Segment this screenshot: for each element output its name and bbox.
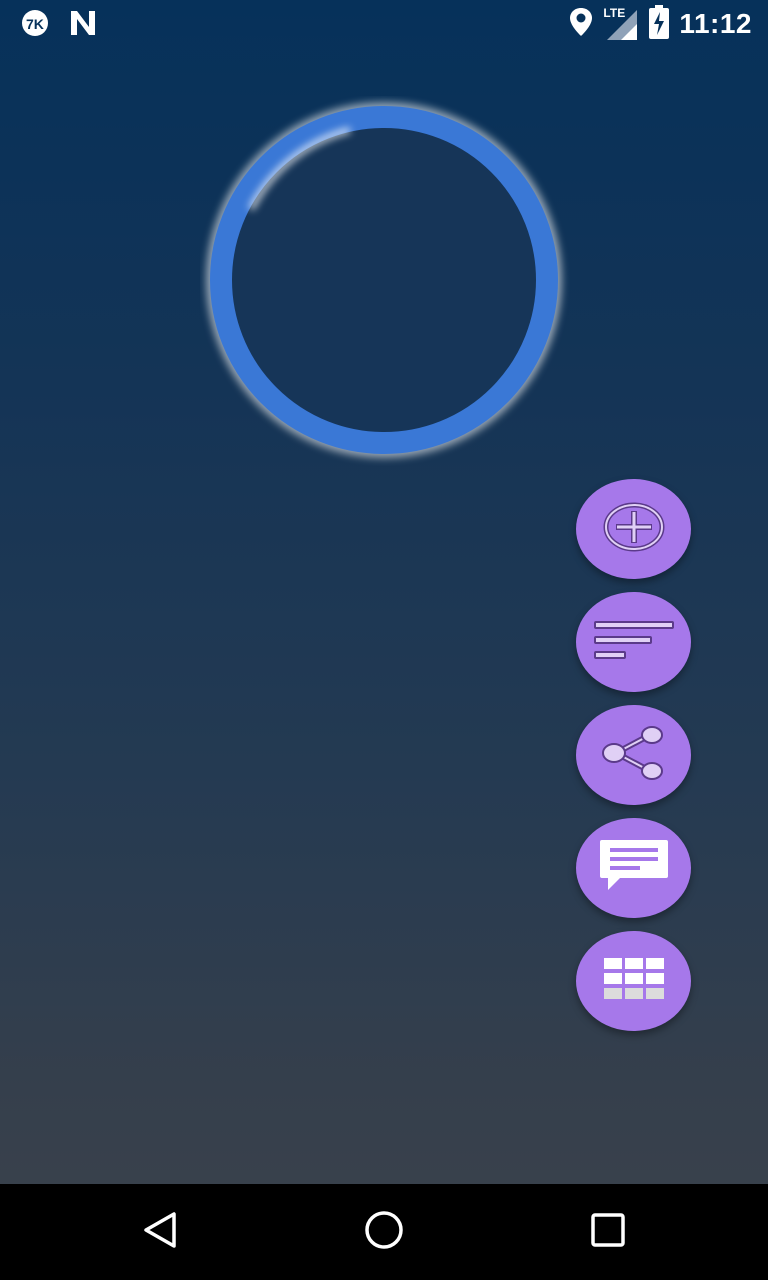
home-button[interactable] [360, 1208, 408, 1256]
grid-apps-icon [603, 956, 665, 1007]
back-icon [140, 1210, 180, 1255]
progress-ring [200, 96, 570, 466]
recents-button[interactable] [584, 1208, 632, 1256]
location-icon [569, 6, 593, 43]
fab-grid-button[interactable] [576, 931, 691, 1031]
recents-icon [590, 1212, 626, 1253]
share-icon [601, 725, 666, 786]
clock: 11:12 [679, 8, 752, 39]
fab-message-button[interactable] [576, 818, 691, 918]
status-bar: 7K LTE 11:12 [0, 0, 768, 48]
fab-add-button[interactable] [576, 479, 691, 579]
message-icon [598, 838, 670, 899]
svg-text:7K: 7K [26, 16, 44, 32]
fab-sort-button[interactable] [576, 592, 691, 692]
home-icon [363, 1209, 405, 1256]
fab-share-button[interactable] [576, 705, 691, 805]
n-notification-icon [68, 8, 98, 43]
back-button[interactable] [136, 1208, 184, 1256]
add-circle-icon [602, 501, 666, 558]
navigation-bar [0, 1184, 768, 1280]
sort-lines-icon [592, 617, 676, 668]
lte-signal-icon: LTE [603, 6, 639, 42]
battery-charging-icon [649, 4, 670, 44]
network-label: LTE [603, 6, 626, 20]
app-notification-icon: 7K [20, 8, 50, 43]
